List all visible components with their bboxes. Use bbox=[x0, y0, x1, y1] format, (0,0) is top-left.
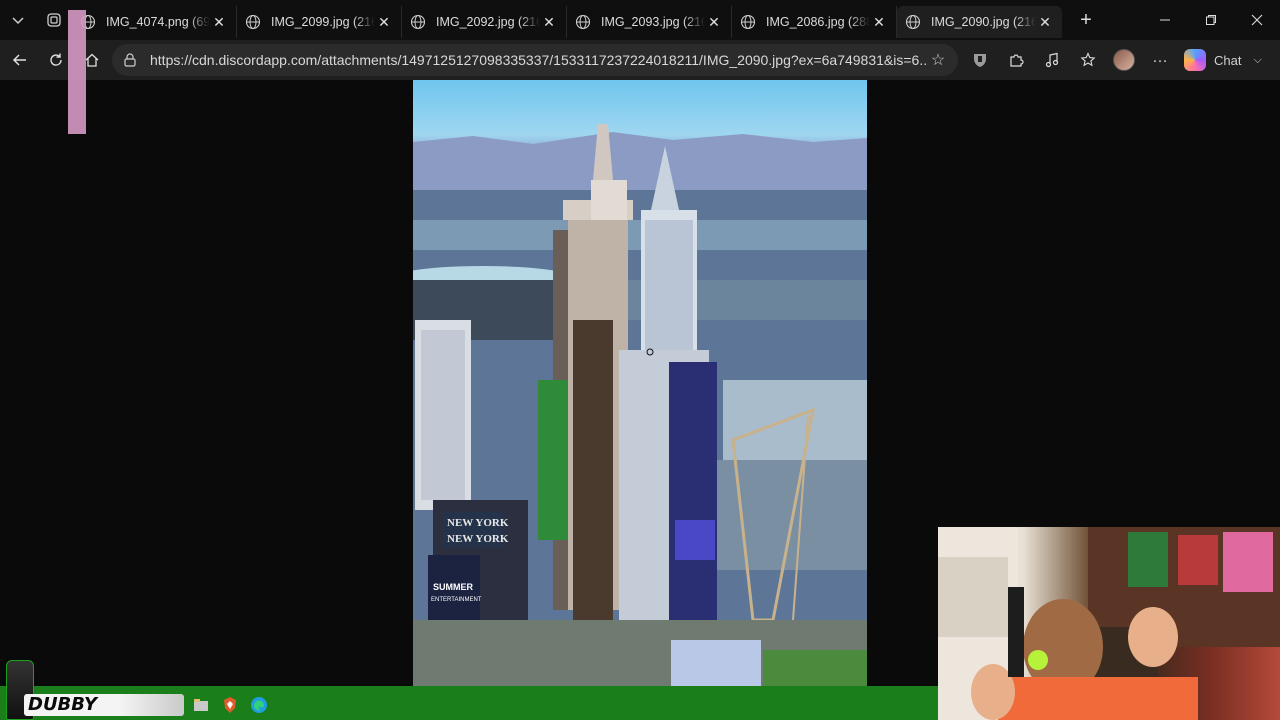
window-controls bbox=[1142, 0, 1280, 40]
tab-title: IMG_2093.jpg (2160× bbox=[601, 15, 705, 29]
pink-overlay-strip bbox=[68, 10, 86, 134]
sign-new-york-1: NEW YORK bbox=[447, 517, 509, 529]
las-vegas-photo[interactable]: NEW YORK NEW YORK SUMMER ENTERTAINMENT bbox=[413, 80, 867, 686]
back-arrow-icon[interactable] bbox=[2, 42, 38, 78]
tab-img-4074[interactable]: IMG_4074.png (695× ✕ bbox=[72, 6, 237, 38]
favorites-icon[interactable] bbox=[1070, 40, 1106, 80]
billboard-entertainment: ENTERTAINMENT bbox=[431, 597, 482, 603]
chevron-down-icon[interactable]: ⌵ bbox=[1253, 54, 1261, 67]
tab-title: IMG_2090.jpg (2160× bbox=[931, 15, 1036, 29]
tab-title: IMG_2099.jpg (2160× bbox=[271, 15, 375, 29]
globe-icon bbox=[575, 14, 591, 30]
webcam-feed bbox=[938, 527, 1280, 720]
edge-browser-icon[interactable] bbox=[250, 696, 268, 714]
brave-browser-icon[interactable] bbox=[221, 696, 239, 714]
billboard-summer: SUMMER bbox=[433, 582, 473, 592]
tab-img-2093[interactable]: IMG_2093.jpg (2160× ✕ bbox=[567, 6, 732, 38]
tab-title: IMG_2086.jpg (2880× bbox=[766, 15, 870, 29]
address-bar-row: https://cdn.discordapp.com/attachments/1… bbox=[0, 40, 1280, 80]
media-control-icon[interactable] bbox=[1034, 40, 1070, 80]
tab-img-2092[interactable]: IMG_2092.jpg (2160× ✕ bbox=[402, 6, 567, 38]
ublock-extension-icon[interactable] bbox=[962, 40, 998, 80]
tab-title: IMG_2092.jpg (2160× bbox=[436, 15, 540, 29]
tab-list: IMG_4074.png (695× ✕ IMG_2099.jpg (2160×… bbox=[72, 0, 1062, 40]
name-plate: DUBBY bbox=[24, 694, 184, 716]
globe-icon bbox=[905, 14, 921, 30]
omnibox[interactable]: https://cdn.discordapp.com/attachments/1… bbox=[112, 44, 958, 76]
url-text[interactable]: https://cdn.discordapp.com/attachments/1… bbox=[150, 52, 928, 68]
profile-avatar[interactable] bbox=[1106, 40, 1142, 80]
extensions-puzzle-icon[interactable] bbox=[998, 40, 1034, 80]
tab-title: IMG_4074.png (695× bbox=[106, 15, 210, 29]
tab-img-2099[interactable]: IMG_2099.jpg (2160× ✕ bbox=[237, 6, 402, 38]
copilot-label: Chat bbox=[1214, 52, 1242, 68]
minimize-icon[interactable] bbox=[1142, 0, 1188, 40]
restore-icon[interactable] bbox=[1188, 0, 1234, 40]
toolbar-right: ··· Chat ⌵ bbox=[962, 40, 1262, 80]
close-tab-icon[interactable]: ✕ bbox=[705, 14, 723, 31]
close-tab-icon[interactable]: ✕ bbox=[870, 14, 888, 31]
globe-icon bbox=[410, 14, 426, 30]
tab-strip: IMG_4074.png (695× ✕ IMG_2099.jpg (2160×… bbox=[0, 0, 1280, 40]
copilot-chat-button[interactable]: Chat ⌵ bbox=[1184, 49, 1262, 71]
sign-new-york-2: NEW YORK bbox=[447, 533, 509, 545]
favorite-star-icon[interactable]: ☆ bbox=[928, 50, 948, 70]
close-window-icon[interactable] bbox=[1234, 0, 1280, 40]
close-tab-icon[interactable]: ✕ bbox=[540, 14, 558, 31]
photo-illustration: NEW YORK NEW YORK SUMMER ENTERTAINMENT bbox=[413, 124, 867, 686]
tab-img-2086[interactable]: IMG_2086.jpg (2880× ✕ bbox=[732, 6, 897, 38]
globe-icon bbox=[740, 14, 756, 30]
tab-actions-chevron-icon[interactable] bbox=[0, 0, 36, 40]
globe-icon bbox=[245, 14, 261, 30]
close-tab-icon[interactable]: ✕ bbox=[1036, 14, 1054, 31]
webcam-illustration bbox=[938, 527, 1280, 720]
file-explorer-icon[interactable] bbox=[192, 696, 210, 714]
avatar-icon bbox=[1113, 49, 1135, 71]
close-tab-icon[interactable]: ✕ bbox=[210, 14, 228, 31]
workspaces-icon[interactable] bbox=[36, 0, 72, 40]
copilot-logo-icon bbox=[1184, 49, 1206, 71]
close-tab-icon[interactable]: ✕ bbox=[375, 14, 393, 31]
more-menu-icon[interactable]: ··· bbox=[1142, 40, 1178, 80]
site-info-icon[interactable] bbox=[122, 52, 138, 68]
tab-img-2090[interactable]: IMG_2090.jpg (2160× ✕ bbox=[897, 6, 1062, 38]
streamer-name: DUBBY bbox=[28, 694, 98, 715]
new-tab-icon[interactable]: + bbox=[1068, 0, 1104, 40]
